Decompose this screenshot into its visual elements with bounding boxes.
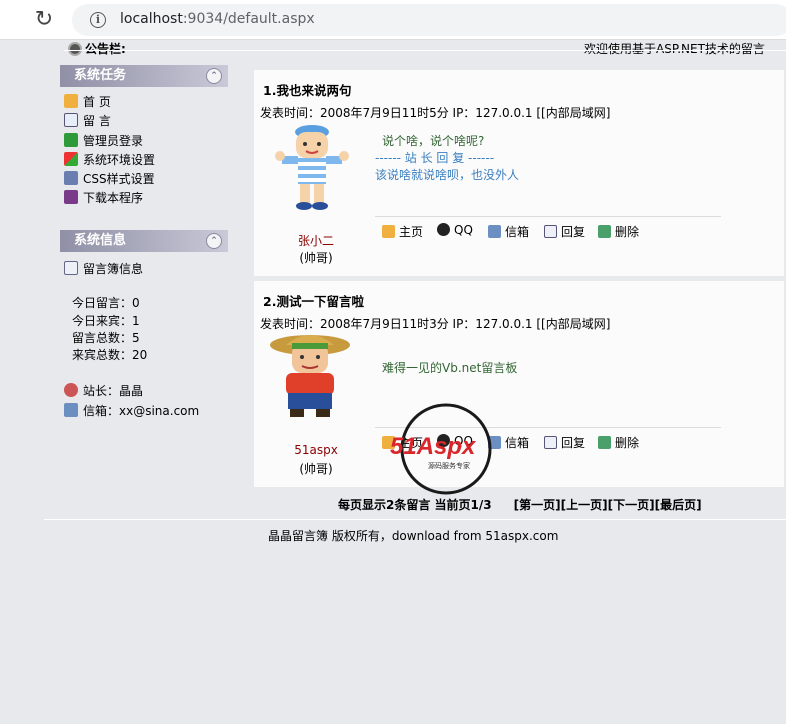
mail-icon	[488, 225, 501, 238]
mail-button[interactable]: 信箱	[488, 223, 529, 240]
sidebar-item-guestbook-info[interactable]: 留言簿信息	[64, 260, 143, 278]
sidebar-item-download[interactable]: 下载本程序	[64, 189, 143, 207]
pager-info: 每页显示2条留言 当前页1/3	[338, 498, 492, 512]
sidebar-item-post[interactable]: 留 言	[64, 112, 111, 130]
homepage-button[interactable]: 主页	[382, 223, 423, 240]
post-card: 1.我也来说两句 发表时间：2008年7月9日11时5分 IP：127.0.0.…	[254, 70, 784, 276]
mail-icon	[64, 403, 78, 417]
author-name: 51aspx	[294, 443, 338, 457]
tasks-panel-title: 系统任务 ⌃	[60, 65, 228, 87]
login-icon	[64, 133, 78, 147]
recycle-icon	[598, 225, 611, 238]
author-gender: (帅哥)	[299, 462, 333, 476]
sidebar-item-admin-login[interactable]: 管理员登录	[64, 132, 143, 150]
post-title: 1.我也来说两句	[263, 83, 352, 98]
recycle-icon	[598, 436, 611, 449]
post-card: 2.测试一下留言啦 发表时间：2008年7月9日11时3分 IP：127.0.0…	[254, 281, 784, 487]
user-icon	[64, 383, 78, 397]
author-gender: (帅哥)	[299, 251, 333, 265]
watermark-logo: 51Aspx 源码服务专家	[390, 403, 492, 495]
reload-icon[interactable]: ↻	[30, 8, 58, 32]
info-icon[interactable]: i	[90, 12, 106, 28]
sidebar-item-system-settings[interactable]: 系统环境设置	[64, 151, 155, 169]
pencil-icon	[544, 225, 557, 238]
delete-button[interactable]: 删除	[598, 434, 639, 451]
pencil-icon	[64, 113, 78, 127]
qq-button[interactable]: QQ	[437, 223, 473, 237]
speaker-icon	[68, 42, 82, 56]
stat-total-posts: 留言总数：5	[72, 331, 140, 345]
qq-penguin-icon	[437, 223, 450, 236]
message-text: 难得一见的Vb.net留言板	[382, 361, 518, 375]
next-page-link[interactable]: [下一页]	[608, 498, 655, 512]
address-bar[interactable]: i localhost:9034/default.aspx	[72, 4, 786, 36]
prev-page-link[interactable]: [上一页]	[561, 498, 608, 512]
home-icon	[382, 225, 395, 238]
avatar-boy	[275, 125, 349, 210]
info-panel-title: 系统信息 ⌃	[60, 230, 228, 252]
sidebar-item-css-settings[interactable]: CSS样式设置	[64, 170, 155, 188]
pencil-icon	[544, 436, 557, 449]
divider	[44, 519, 786, 520]
collapse-icon[interactable]: ⌃	[206, 68, 222, 84]
divider	[375, 216, 721, 217]
palette-icon	[64, 171, 78, 185]
pagination: 每页显示2条留言 当前页1/3 [第一页][上一页][下一页][最后页]	[338, 496, 702, 513]
reply-text: 该说啥就说啥呗，也没外人	[375, 168, 520, 182]
watermark-slogan: 源码服务专家	[428, 461, 470, 470]
reply-button[interactable]: 回复	[544, 434, 585, 451]
message-text: 说个啥，说个啥呢?	[382, 134, 485, 148]
download-icon	[64, 190, 78, 204]
post-meta: 发表时间：2008年7月9日11时3分 IP：127.0.0.1 [[内部局域网…	[260, 317, 611, 331]
stat-today-posts: 今日留言：0	[72, 296, 140, 310]
divider	[64, 50, 786, 51]
first-page-link[interactable]: [第一页]	[514, 498, 561, 512]
reply-header: ------ 站 长 回 复 ------	[375, 151, 495, 165]
browser-toolbar: ↻ i localhost:9034/default.aspx	[0, 0, 786, 40]
windows-icon	[64, 152, 78, 166]
watermark-brand: 51Aspx	[390, 433, 477, 460]
avatar-farmer	[270, 335, 350, 417]
welcome-marquee: 欢迎使用基于ASP.NET技术的留言	[584, 42, 765, 56]
home-icon	[64, 94, 78, 108]
post-title: 2.测试一下留言啦	[263, 294, 364, 309]
post-meta: 发表时间：2008年7月9日11时5分 IP：127.0.0.1 [[内部局域网…	[260, 106, 611, 120]
notice-bar: 公告栏: 欢迎使用基于ASP.NET技术的留言	[0, 40, 786, 58]
last-page-link[interactable]: [最后页]	[655, 498, 702, 512]
collapse-icon[interactable]: ⌃	[206, 233, 222, 249]
footer-copyright: 晶晶留言簿 版权所有，download from 51aspx.com	[268, 529, 559, 543]
admin-info: 站长：晶晶	[64, 382, 143, 400]
url-text[interactable]: localhost:9034/default.aspx	[120, 11, 315, 27]
author-name: 张小二	[297, 234, 334, 248]
delete-button[interactable]: 删除	[598, 223, 639, 240]
admin-email[interactable]: 信箱：xx@sina.com	[64, 402, 199, 420]
sidebar-item-home[interactable]: 首 页	[64, 93, 111, 111]
notice-label: 公告栏:	[68, 40, 126, 57]
stat-today-guests: 今日来宾：1	[72, 314, 140, 328]
stat-total-guests: 来宾总数：20	[72, 348, 148, 362]
document-icon	[64, 261, 78, 275]
reply-button[interactable]: 回复	[544, 223, 585, 240]
